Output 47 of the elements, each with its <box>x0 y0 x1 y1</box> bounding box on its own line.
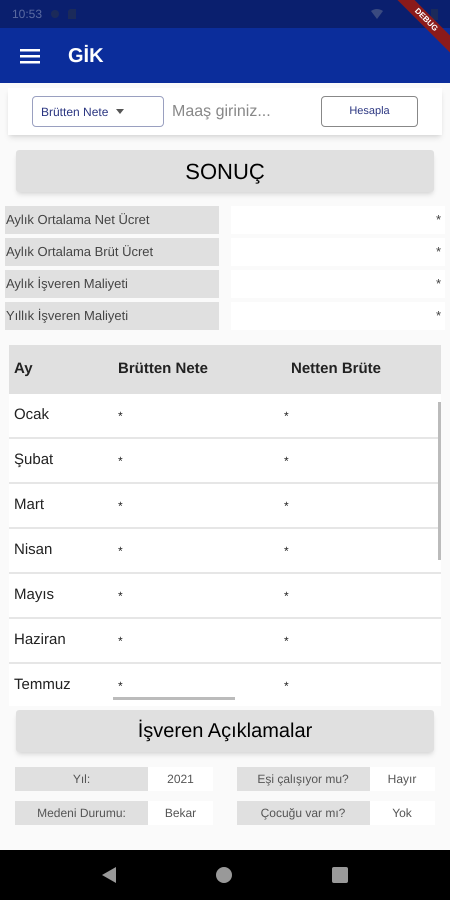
table-cell-text: Mayıs <box>13 585 56 606</box>
table-cell-text: Temmuz <box>13 675 72 696</box>
table-cell-text: * <box>283 542 289 560</box>
table-cell-text: * <box>117 678 124 694</box>
salary-field[interactable]: Maaş giriniz... <box>172 100 312 124</box>
table-cell-text: * <box>117 408 124 424</box>
table-cell-text: * <box>283 678 289 694</box>
table-cell-text: Haziran <box>13 630 67 650</box>
info-label: Medeni Durumu: <box>15 801 148 825</box>
employer-button[interactable]: İşveren Açıklamalar <box>16 710 434 752</box>
table-cell-text: Şubat <box>13 450 54 470</box>
table-cell-text: * <box>283 632 289 650</box>
calculate-button[interactable]: Hesapla <box>321 96 418 127</box>
mode-dropdown[interactable]: Brütten Nete <box>32 96 164 127</box>
info-value: Bekar <box>148 801 213 825</box>
column-header: Ay <box>13 359 34 380</box>
summary-label: Aylık İşveren Maliyeti <box>5 270 219 298</box>
summary-label: Yıllık İşveren Maliyeti <box>5 302 219 330</box>
info-value: Yok <box>370 801 434 825</box>
table-cell-text: * <box>283 588 289 604</box>
info-label: Eşi çalışıyor mu? <box>236 767 370 791</box>
table-cell-text: * <box>117 632 124 650</box>
summary-value: * <box>231 238 445 266</box>
table-cell-text: * <box>283 452 289 470</box>
table-cell-text: * <box>283 498 289 514</box>
app-title: GİK <box>68 44 104 68</box>
info-value: 2021 <box>148 767 213 791</box>
table-cell-text: Mart <box>13 495 45 516</box>
status-time: 10:53 <box>12 6 42 23</box>
result-button[interactable]: SONUÇ <box>16 150 434 192</box>
table-cell-text: * <box>117 588 124 604</box>
summary-label: Aylık Ortalama Brüt Ücret <box>5 238 219 266</box>
summary-value: * <box>231 302 445 330</box>
summary-value: * <box>231 270 445 298</box>
table-cell-text: * <box>117 542 124 560</box>
table-cell-text: Ocak <box>13 405 50 426</box>
summary-label: Aylık Ortalama Net Ücret <box>5 206 219 234</box>
info-value: Hayır <box>370 767 434 791</box>
column-header: Brütten Nete <box>117 359 210 380</box>
column-header: Netten Brüte <box>290 359 382 380</box>
info-label: Yıl: <box>15 767 148 791</box>
table-cell-text: * <box>117 498 124 514</box>
summary-value: * <box>231 206 445 234</box>
table-cell-text: * <box>117 452 124 470</box>
table-cell-text: Nisan <box>13 540 54 560</box>
table-cell-text: * <box>283 408 289 424</box>
info-label: Çocuğu var mı? <box>236 801 370 825</box>
